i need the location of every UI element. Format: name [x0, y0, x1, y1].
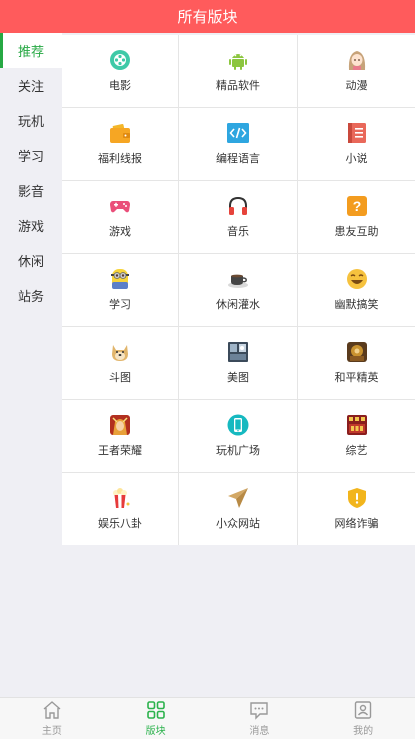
sidebar-item-site-affairs[interactable]: 站务: [0, 278, 62, 313]
gamepad-icon: [109, 195, 131, 217]
doge-icon: [109, 341, 131, 363]
sidebar-item-leisure[interactable]: 休闲: [0, 243, 62, 278]
anime-girl-icon: [346, 49, 368, 71]
board-novels[interactable]: 小说: [298, 108, 415, 180]
board-online-fraud[interactable]: 网络诈骗: [298, 473, 415, 545]
film-reel-icon: [109, 49, 131, 71]
headphones-icon: [227, 195, 249, 217]
question-icon: ?: [346, 195, 368, 217]
svg-text:?: ?: [352, 198, 361, 214]
popcorn-icon: [109, 487, 131, 509]
board-music[interactable]: 音乐: [179, 181, 297, 253]
board-study[interactable]: 学习: [62, 254, 178, 326]
board-patient-mutual-aid[interactable]: ? 患友互助: [298, 181, 415, 253]
page-header: 所有版块: [0, 0, 415, 33]
boards-page: 所有版块 推荐 关注 玩机 学习 影音 游戏 休闲 站务 电影 精品软件 动漫: [0, 0, 415, 739]
category-sidebar: 推荐 关注 玩机 学习 影音 游戏 休闲 站务: [0, 33, 62, 313]
laughing-face-icon: [346, 268, 368, 290]
peacekeeper-elite-icon: [346, 341, 368, 363]
honor-of-kings-icon: [109, 414, 131, 436]
profile-icon: [354, 701, 372, 719]
tab-messages[interactable]: 消息: [208, 698, 312, 739]
board-programming-languages[interactable]: 编程语言: [179, 108, 297, 180]
page-title: 所有版块: [177, 9, 238, 26]
shield-warning-icon: [346, 487, 368, 509]
sidebar-item-following[interactable]: 关注: [0, 68, 62, 103]
board-welfare-deals[interactable]: 福利线报: [62, 108, 178, 180]
board-peacekeeper-elite[interactable]: 和平精英: [298, 327, 415, 399]
board-games[interactable]: 游戏: [62, 181, 178, 253]
grid-icon: [146, 701, 165, 719]
sidebar-item-study[interactable]: 学习: [0, 138, 62, 173]
sidebar-item-recommended[interactable]: 推荐: [0, 33, 62, 68]
board-beautiful-pictures[interactable]: 美图: [179, 327, 297, 399]
home-icon: [43, 701, 61, 719]
message-icon: [250, 702, 269, 720]
minion-icon: [109, 268, 131, 290]
board-grid: 电影 精品软件 动漫 福利线报 编程语言 小说 游戏 音乐 ? 患友互助 学习 …: [62, 35, 415, 545]
coffee-cup-icon: [227, 268, 249, 290]
book-icon: [346, 122, 368, 144]
android-icon: [227, 49, 249, 71]
board-premium-software[interactable]: 精品软件: [179, 35, 297, 107]
board-niche-websites[interactable]: 小众网站: [179, 473, 297, 545]
sidebar-item-games[interactable]: 游戏: [0, 208, 62, 243]
variety-show-icon: [346, 414, 368, 436]
board-meme-battle[interactable]: 斗图: [62, 327, 178, 399]
board-variety-shows[interactable]: 综艺: [298, 400, 415, 472]
tab-home[interactable]: 主页: [0, 698, 104, 739]
board-honor-of-kings[interactable]: 王者荣耀: [62, 400, 178, 472]
sidebar-item-phone-play[interactable]: 玩机: [0, 103, 62, 138]
board-humor[interactable]: 幽默搞笑: [298, 254, 415, 326]
phone-icon: [227, 414, 249, 436]
paper-plane-icon: [227, 487, 249, 509]
code-icon: [227, 122, 249, 144]
board-movies[interactable]: 电影: [62, 35, 178, 107]
tab-boards[interactable]: 版块: [104, 698, 208, 739]
photo-icon: [227, 341, 249, 363]
sidebar-item-media[interactable]: 影音: [0, 173, 62, 208]
board-phone-play-square[interactable]: 玩机广场: [179, 400, 297, 472]
board-entertainment-gossip[interactable]: 娱乐八卦: [62, 473, 178, 545]
tab-profile[interactable]: 我的: [311, 698, 415, 739]
wallet-icon: [109, 122, 131, 144]
board-casual-chat[interactable]: 休闲灌水: [179, 254, 297, 326]
bottom-tab-bar: 主页 版块 消息 我的: [0, 697, 415, 739]
board-anime[interactable]: 动漫: [298, 35, 415, 107]
